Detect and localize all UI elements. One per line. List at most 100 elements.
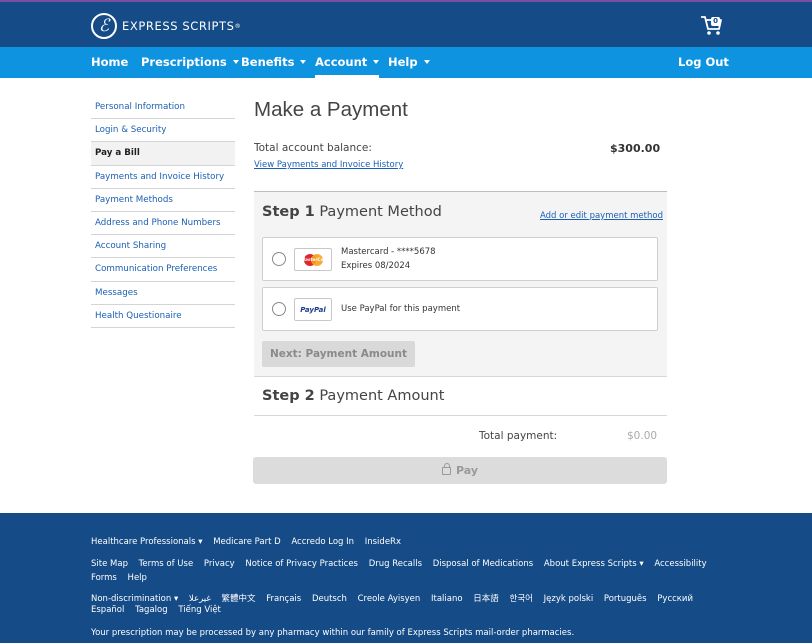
paypal-label: Use PayPal for this payment bbox=[341, 304, 461, 314]
footer-lang-arabic[interactable]: غيرعلا bbox=[189, 594, 211, 604]
footer-pharmacy-notice: Your prescription may be processed by an… bbox=[91, 628, 575, 638]
nav-home[interactable]: Home bbox=[91, 47, 128, 78]
nav-benefits-label: Benefits bbox=[241, 55, 295, 69]
logout-label: Log Out bbox=[678, 55, 729, 69]
chevron-down-icon bbox=[423, 60, 430, 64]
sidebar-item-communication-preferences[interactable]: Communication Preferences bbox=[91, 258, 235, 282]
payment-option-mastercard[interactable]: MasterCard Mastercard - ****5678 Expires… bbox=[262, 237, 658, 281]
footer-link-insiderx[interactable]: InsideRx bbox=[365, 537, 401, 547]
footer-lang-spanish[interactable]: Español bbox=[91, 605, 124, 615]
step2-panel: Step 2 Payment Amount bbox=[254, 376, 667, 416]
nav-prescriptions[interactable]: Prescriptions bbox=[141, 47, 239, 78]
mastercard-icon: MasterCard bbox=[294, 248, 332, 271]
nav-benefits[interactable]: Benefits bbox=[241, 47, 307, 78]
footer-row-3: Forms Help bbox=[91, 573, 155, 583]
nav-prescriptions-label: Prescriptions bbox=[141, 55, 227, 69]
sidebar-item-account-sharing[interactable]: Account Sharing bbox=[91, 235, 235, 259]
card-name: Mastercard - ****5678 bbox=[341, 247, 436, 257]
footer-row-1: Healthcare Professionals ▾ Medicare Part… bbox=[91, 537, 409, 547]
footer-link-about[interactable]: About Express Scripts ▾ bbox=[544, 559, 644, 569]
footer-lang-portuguese[interactable]: Português bbox=[604, 594, 647, 604]
top-header: ℰ EXPRESS SCRIPTS ® 0 bbox=[0, 0, 812, 47]
cart-button[interactable]: 0 bbox=[700, 14, 724, 36]
paypal-icon: PayPal bbox=[294, 298, 332, 321]
step2-heading: Step 2 Payment Amount bbox=[262, 388, 444, 404]
mastercard-logo-text: MasterCard bbox=[301, 257, 329, 262]
step2-title: Payment Amount bbox=[319, 388, 445, 404]
sidebar-item-pay-a-bill[interactable]: Pay a Bill bbox=[91, 142, 235, 166]
main-nav: Home Prescriptions Benefits Account Help… bbox=[0, 47, 812, 78]
step1-label: Step 1 bbox=[262, 204, 315, 220]
footer-lang-tagalog[interactable]: Tagalog bbox=[135, 605, 168, 615]
next-payment-amount-button[interactable]: Next: Payment Amount bbox=[262, 341, 415, 367]
page-title: Make a Payment bbox=[254, 98, 408, 121]
sidebar-item-login-security[interactable]: Login & Security bbox=[91, 119, 235, 143]
footer-lang-vietnamese[interactable]: Tiếng Việt bbox=[178, 605, 221, 615]
sidebar-item-payment-methods[interactable]: Payment Methods bbox=[91, 189, 235, 212]
footer-lang-japanese[interactable]: 日本語 bbox=[473, 594, 499, 604]
brand-name: EXPRESS SCRIPTS bbox=[122, 19, 235, 33]
footer-link-accredo[interactable]: Accredo Log In bbox=[291, 537, 354, 547]
footer-link-terms[interactable]: Terms of Use bbox=[139, 559, 194, 569]
nav-help-label: Help bbox=[388, 55, 418, 69]
chevron-down-icon bbox=[373, 60, 380, 64]
footer-row-4: Non-discrimination ▾ غيرعلا 繁體中文 Françai… bbox=[91, 592, 701, 604]
footer-lang-polish[interactable]: Język polski bbox=[544, 594, 594, 604]
footer-link-medicare[interactable]: Medicare Part D bbox=[213, 537, 280, 547]
card-expiry: Expires 08/2024 bbox=[341, 261, 411, 271]
express-scripts-logo[interactable]: ℰ EXPRESS SCRIPTS ® bbox=[91, 13, 241, 39]
footer-lang-italian[interactable]: Italiano bbox=[431, 594, 463, 604]
lock-icon bbox=[441, 463, 451, 475]
footer-link-drug-recalls[interactable]: Drug Recalls bbox=[369, 559, 422, 569]
mastercard-radio[interactable] bbox=[272, 252, 286, 266]
edit-payment-method-link[interactable]: Add or edit payment method bbox=[540, 211, 663, 221]
step1-title: Payment Method bbox=[319, 204, 442, 220]
footer-link-disposal[interactable]: Disposal of Medications bbox=[433, 559, 533, 569]
step2-label: Step 2 bbox=[262, 388, 315, 404]
footer-lang-chinese[interactable]: 繁體中文 bbox=[221, 594, 255, 604]
brand-registered-mark: ® bbox=[234, 22, 241, 30]
footer-link-healthcare-professionals[interactable]: Healthcare Professionals ▾ bbox=[91, 537, 203, 547]
balance-label: Total account balance: bbox=[254, 142, 372, 154]
footer-lang-russian[interactable]: Русский bbox=[657, 594, 693, 604]
footer-row-5: Español Tagalog Tiếng Việt bbox=[91, 605, 229, 615]
paypal-logo-text: PayPal bbox=[300, 306, 326, 314]
chevron-down-icon bbox=[232, 60, 239, 64]
pay-button-label: Pay bbox=[455, 464, 479, 477]
nav-help[interactable]: Help bbox=[388, 47, 430, 78]
footer-lang-creole[interactable]: Creole Ayisyen bbox=[358, 594, 421, 604]
footer-link-help[interactable]: Help bbox=[128, 573, 147, 583]
active-nav-indicator bbox=[315, 75, 380, 78]
footer-link-nondiscrimination[interactable]: Non-discrimination ▾ bbox=[91, 594, 178, 604]
logout-link[interactable]: Log Out bbox=[678, 47, 729, 78]
sidebar-item-messages[interactable]: Messages bbox=[91, 282, 235, 305]
sidebar-item-health-questionaire[interactable]: Health Questionaire bbox=[91, 305, 235, 328]
site-footer: Healthcare Professionals ▾ Medicare Part… bbox=[0, 513, 812, 643]
cart-count-badge: 0 bbox=[711, 17, 720, 26]
step1-heading: Step 1 Payment Method bbox=[262, 204, 442, 220]
footer-lang-french[interactable]: Français bbox=[266, 594, 301, 604]
paypal-radio[interactable] bbox=[272, 302, 286, 316]
step1-panel: Step 1 Payment Method Add or edit paymen… bbox=[254, 191, 667, 376]
nav-home-label: Home bbox=[91, 55, 129, 69]
footer-lang-german[interactable]: Deutsch bbox=[312, 594, 347, 604]
payment-option-paypal[interactable]: PayPal Use PayPal for this payment bbox=[262, 287, 658, 331]
balance-amount: $300.00 bbox=[610, 142, 661, 155]
footer-link-site-map[interactable]: Site Map bbox=[91, 559, 128, 569]
payment-history-link[interactable]: View Payments and Invoice History bbox=[254, 160, 403, 170]
total-payment-amount: $0.00 bbox=[627, 430, 658, 442]
chevron-down-icon bbox=[300, 60, 307, 64]
account-sidebar: Personal Information Login & Security Pa… bbox=[91, 96, 235, 328]
nav-account-label: Account bbox=[315, 55, 368, 69]
footer-link-accessibility[interactable]: Accessibility bbox=[654, 559, 706, 569]
footer-link-privacy[interactable]: Privacy bbox=[204, 559, 235, 569]
sidebar-item-address-phone[interactable]: Address and Phone Numbers bbox=[91, 212, 235, 236]
pay-button[interactable]: Pay bbox=[253, 457, 667, 484]
sidebar-item-payments-history[interactable]: Payments and Invoice History bbox=[91, 166, 235, 189]
nav-account[interactable]: Account bbox=[315, 47, 380, 78]
total-payment-label: Total payment: bbox=[479, 430, 558, 442]
footer-link-privacy-practices[interactable]: Notice of Privacy Practices bbox=[245, 559, 358, 569]
footer-lang-korean[interactable]: 한국어 bbox=[510, 594, 533, 604]
sidebar-item-personal-information[interactable]: Personal Information bbox=[91, 96, 235, 120]
footer-link-forms[interactable]: Forms bbox=[91, 573, 117, 583]
